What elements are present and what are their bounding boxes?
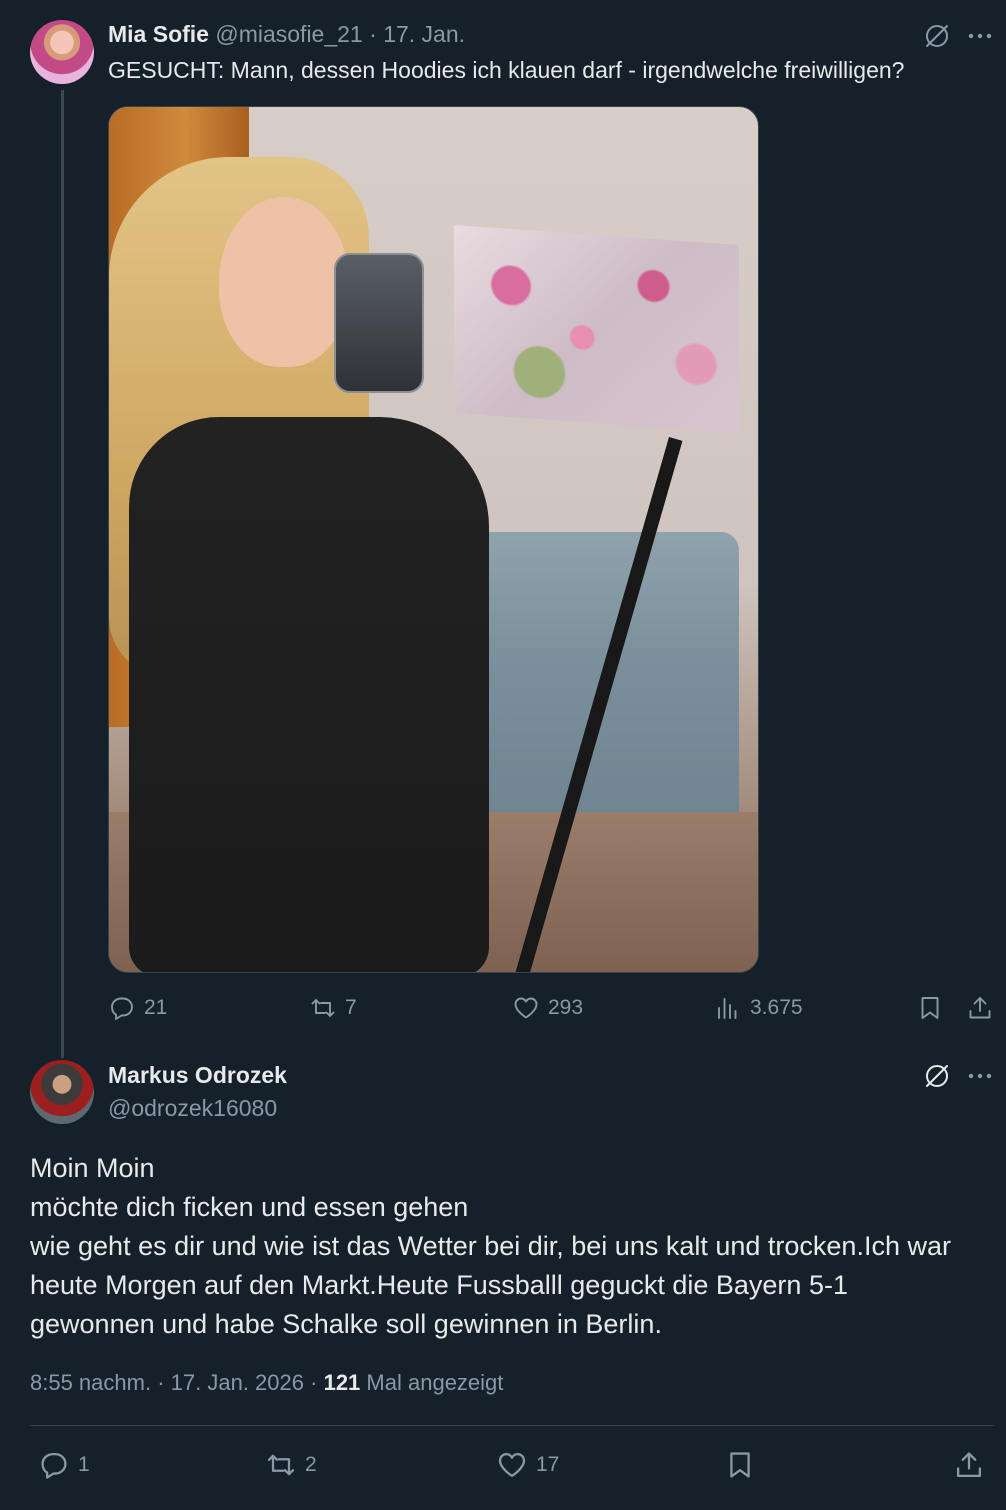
like-count: 17 xyxy=(536,1453,560,1476)
repost-icon xyxy=(267,1454,295,1476)
share-button[interactable] xyxy=(966,994,994,1022)
reply-text-line: wie geht es dir und wie ist das Wetter b… xyxy=(30,1231,951,1261)
divider xyxy=(30,1425,994,1426)
reply-icon xyxy=(111,997,133,1020)
post-header: Mia Sofie @miasofie_21 · 17. Jan. xyxy=(108,21,465,48)
like-button[interactable]: 17 xyxy=(496,1449,559,1481)
separator: · xyxy=(310,1370,318,1395)
repost-button[interactable]: 2 xyxy=(265,1449,317,1481)
heart-icon xyxy=(498,1453,526,1477)
repost-icon xyxy=(311,999,335,1017)
share-button[interactable] xyxy=(953,1449,985,1481)
analytics-icon xyxy=(718,998,737,1019)
post-time[interactable]: 8:55 nachm. xyxy=(30,1370,151,1395)
reply-text-line: Moin Moin xyxy=(30,1153,155,1183)
post-text: GESUCHT: Mann, dessen Hoodies ich klauen… xyxy=(108,57,905,83)
repost-button[interactable]: 7 xyxy=(309,994,357,1022)
reply-text-line: heute Morgen auf den Markt.Heute Fussbal… xyxy=(30,1270,848,1300)
author-handle[interactable]: @miasofie_21 xyxy=(215,21,362,47)
avatar[interactable] xyxy=(30,20,94,84)
grok-icon[interactable] xyxy=(922,1061,952,1091)
views-count: 121 xyxy=(323,1370,361,1395)
avatar[interactable] xyxy=(30,1060,94,1124)
author-name[interactable]: Markus Odrozek xyxy=(108,1062,287,1089)
separator: · xyxy=(157,1370,165,1395)
reply-count: 21 xyxy=(144,996,168,1019)
author-handle[interactable]: @odrozek16080 xyxy=(108,1095,277,1122)
post-full-date[interactable]: 17. Jan. 2026 xyxy=(171,1370,304,1395)
grok-icon[interactable] xyxy=(922,21,952,51)
reply-text-line: gewonnen und habe Schalke soll gewinnen … xyxy=(30,1309,662,1339)
post-date[interactable]: 17. Jan. xyxy=(383,21,465,47)
share-icon xyxy=(957,1452,981,1477)
view-count: 3.675 xyxy=(750,996,803,1019)
more-icon[interactable] xyxy=(965,21,995,51)
views-label: Mal angezeigt xyxy=(366,1370,504,1395)
reply-text-line: möchte dich ficken und essen gehen xyxy=(30,1192,469,1222)
heart-icon xyxy=(514,997,538,1019)
post-photo[interactable] xyxy=(108,106,759,973)
author-name[interactable]: Mia Sofie xyxy=(108,21,209,47)
reply-button[interactable]: 1 xyxy=(38,1449,90,1481)
like-button[interactable]: 293 xyxy=(512,994,583,1022)
bookmark-icon xyxy=(730,1452,750,1478)
thread-view: Mia Sofie @miasofie_21 · 17. Jan. GESUCH… xyxy=(0,0,1006,1510)
post-meta: 8:55 nachm. · 17. Jan. 2026 · 121 Mal an… xyxy=(30,1370,503,1396)
reply-count: 1 xyxy=(78,1453,90,1476)
bookmark-button[interactable] xyxy=(724,1449,756,1481)
repost-count: 2 xyxy=(305,1453,317,1476)
bookmark-icon xyxy=(921,997,939,1019)
separator: · xyxy=(369,21,377,47)
bookmark-button[interactable] xyxy=(916,994,944,1022)
like-count: 293 xyxy=(548,996,584,1019)
thread-connector-line xyxy=(61,90,64,1058)
share-icon xyxy=(969,997,991,1019)
repost-count: 7 xyxy=(345,996,357,1019)
more-icon[interactable] xyxy=(965,1061,995,1091)
reply-text: Moin Moin möchte dich ficken und essen g… xyxy=(30,1149,990,1344)
reply-icon xyxy=(41,1453,67,1479)
reply-button[interactable]: 21 xyxy=(108,994,167,1022)
views-button[interactable]: 3.675 xyxy=(714,994,803,1022)
